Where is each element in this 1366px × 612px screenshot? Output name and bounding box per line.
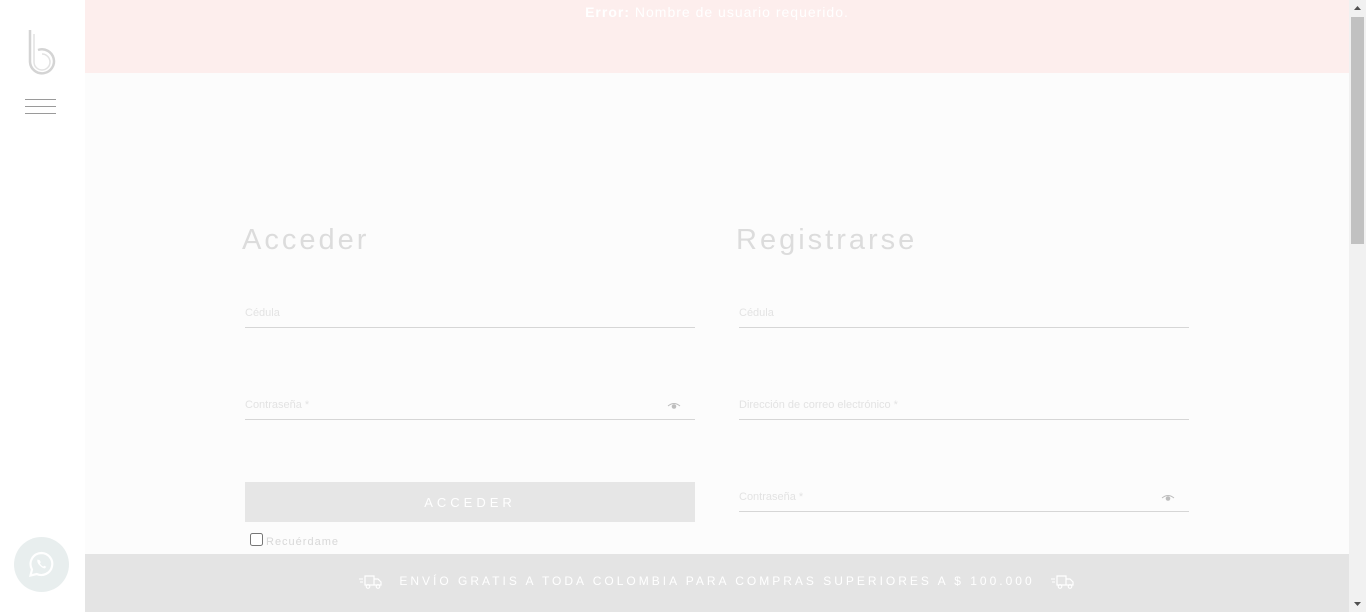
register-email-field bbox=[739, 390, 1189, 420]
error-text: Nombre de usuario requerido. bbox=[634, 4, 849, 20]
register-email-input[interactable] bbox=[739, 390, 1189, 419]
hamburger-menu-icon[interactable] bbox=[25, 99, 56, 115]
login-password-field bbox=[245, 390, 695, 420]
delivery-truck-icon bbox=[1050, 575, 1074, 589]
main-content: Error: Nombre de usuario requerido. Acce… bbox=[85, 0, 1349, 612]
login-title: Acceder bbox=[242, 224, 370, 256]
remember-me-checkbox[interactable] bbox=[250, 533, 263, 546]
shipping-banner: ENVÍO GRATIS A TODA COLOMBIA PARA COMPRA… bbox=[85, 554, 1349, 612]
error-banner: Error: Nombre de usuario requerido. bbox=[85, 0, 1349, 73]
delivery-truck-icon bbox=[359, 575, 382, 589]
shipping-text: ENVÍO GRATIS A TODA COLOMBIA PARA COMPRA… bbox=[399, 574, 1035, 588]
register-password-input[interactable] bbox=[739, 482, 1189, 511]
shipping-message: ENVÍO GRATIS A TODA COLOMBIA PARA COMPRA… bbox=[85, 574, 1349, 589]
login-cedula-field bbox=[245, 298, 695, 328]
scroll-up-arrow-icon[interactable] bbox=[1349, 0, 1366, 17]
scrollbar-thumb[interactable] bbox=[1351, 17, 1364, 244]
register-password-field bbox=[739, 482, 1189, 512]
eye-icon[interactable] bbox=[667, 402, 681, 410]
login-button[interactable]: ACCEDER bbox=[245, 482, 695, 522]
register-cedula-field bbox=[739, 298, 1189, 328]
login-cedula-input[interactable] bbox=[245, 298, 695, 327]
error-message: Error: Nombre de usuario requerido. bbox=[85, 4, 1349, 20]
eye-icon[interactable] bbox=[1161, 494, 1175, 502]
scroll-down-arrow-icon[interactable] bbox=[1349, 595, 1366, 612]
whatsapp-button[interactable] bbox=[14, 537, 69, 592]
error-label: Error: bbox=[585, 4, 630, 20]
register-title: Registrarse bbox=[736, 224, 918, 256]
register-cedula-input[interactable] bbox=[739, 298, 1189, 327]
remember-me-label: Recuérdame bbox=[266, 536, 339, 548]
whatsapp-icon bbox=[28, 551, 54, 577]
b-logo-icon[interactable] bbox=[24, 28, 58, 76]
login-password-input[interactable] bbox=[245, 390, 695, 419]
sidebar bbox=[0, 0, 85, 612]
vertical-scrollbar[interactable] bbox=[1349, 0, 1366, 612]
